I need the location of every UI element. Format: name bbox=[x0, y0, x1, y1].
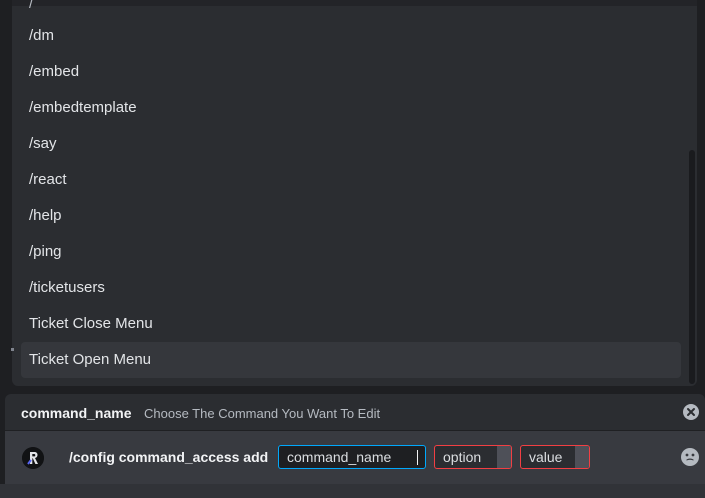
command-item-say[interactable]: /say bbox=[21, 126, 681, 162]
bottom-strip bbox=[0, 484, 705, 498]
command-item-partial[interactable]: / bbox=[21, 0, 681, 18]
option-option-label: option bbox=[443, 449, 482, 465]
option-command-name-input[interactable]: command_name bbox=[278, 445, 426, 469]
command-item-ping[interactable]: /ping bbox=[21, 234, 681, 270]
option-command-name-label: command_name bbox=[287, 449, 392, 465]
command-item-help[interactable]: /help bbox=[21, 198, 681, 234]
option-hint-name: command_name bbox=[21, 405, 132, 421]
option-value-label: value bbox=[529, 449, 563, 465]
app-root: / /dm /embed /embedtemplate /say /react … bbox=[0, 0, 705, 498]
option-value-input[interactable]: value bbox=[520, 445, 590, 469]
command-item-ticket-close-menu[interactable]: Ticket Close Menu bbox=[21, 306, 681, 342]
command-item-embed[interactable]: /embed bbox=[21, 54, 681, 90]
close-circle-icon[interactable] bbox=[683, 404, 699, 420]
text-caret bbox=[417, 450, 418, 465]
message-input-bar[interactable]: /config command_access add command_name … bbox=[5, 431, 705, 484]
command-item-ticketusers[interactable]: /ticketusers bbox=[21, 270, 681, 306]
option-hint-description: Choose The Command You Want To Edit bbox=[144, 406, 381, 421]
popup-scrollbar-thumb[interactable] bbox=[689, 150, 695, 384]
command-list: / /dm /embed /embedtemplate /say /react … bbox=[21, 0, 681, 378]
option-hint-bar: command_name Choose The Command You Want… bbox=[5, 394, 705, 431]
command-item-react[interactable]: /react bbox=[21, 162, 681, 198]
option-value-tail bbox=[575, 446, 589, 468]
option-option-input[interactable]: option bbox=[434, 445, 512, 469]
popup-scrollbar[interactable] bbox=[689, 0, 695, 386]
slash-command-text: /config command_access add bbox=[69, 449, 269, 465]
sidebar-edge-marker bbox=[11, 348, 14, 351]
command-item-dm[interactable]: /dm bbox=[21, 18, 681, 54]
bot-avatar-icon bbox=[22, 447, 44, 469]
emoji-icon[interactable] bbox=[681, 448, 699, 466]
option-option-tail bbox=[497, 446, 511, 468]
command-item-embedtemplate[interactable]: /embedtemplate bbox=[21, 90, 681, 126]
command-item-ticket-open-menu[interactable]: Ticket Open Menu bbox=[21, 342, 681, 378]
command-autocomplete-popup: / /dm /embed /embedtemplate /say /react … bbox=[12, 0, 697, 386]
